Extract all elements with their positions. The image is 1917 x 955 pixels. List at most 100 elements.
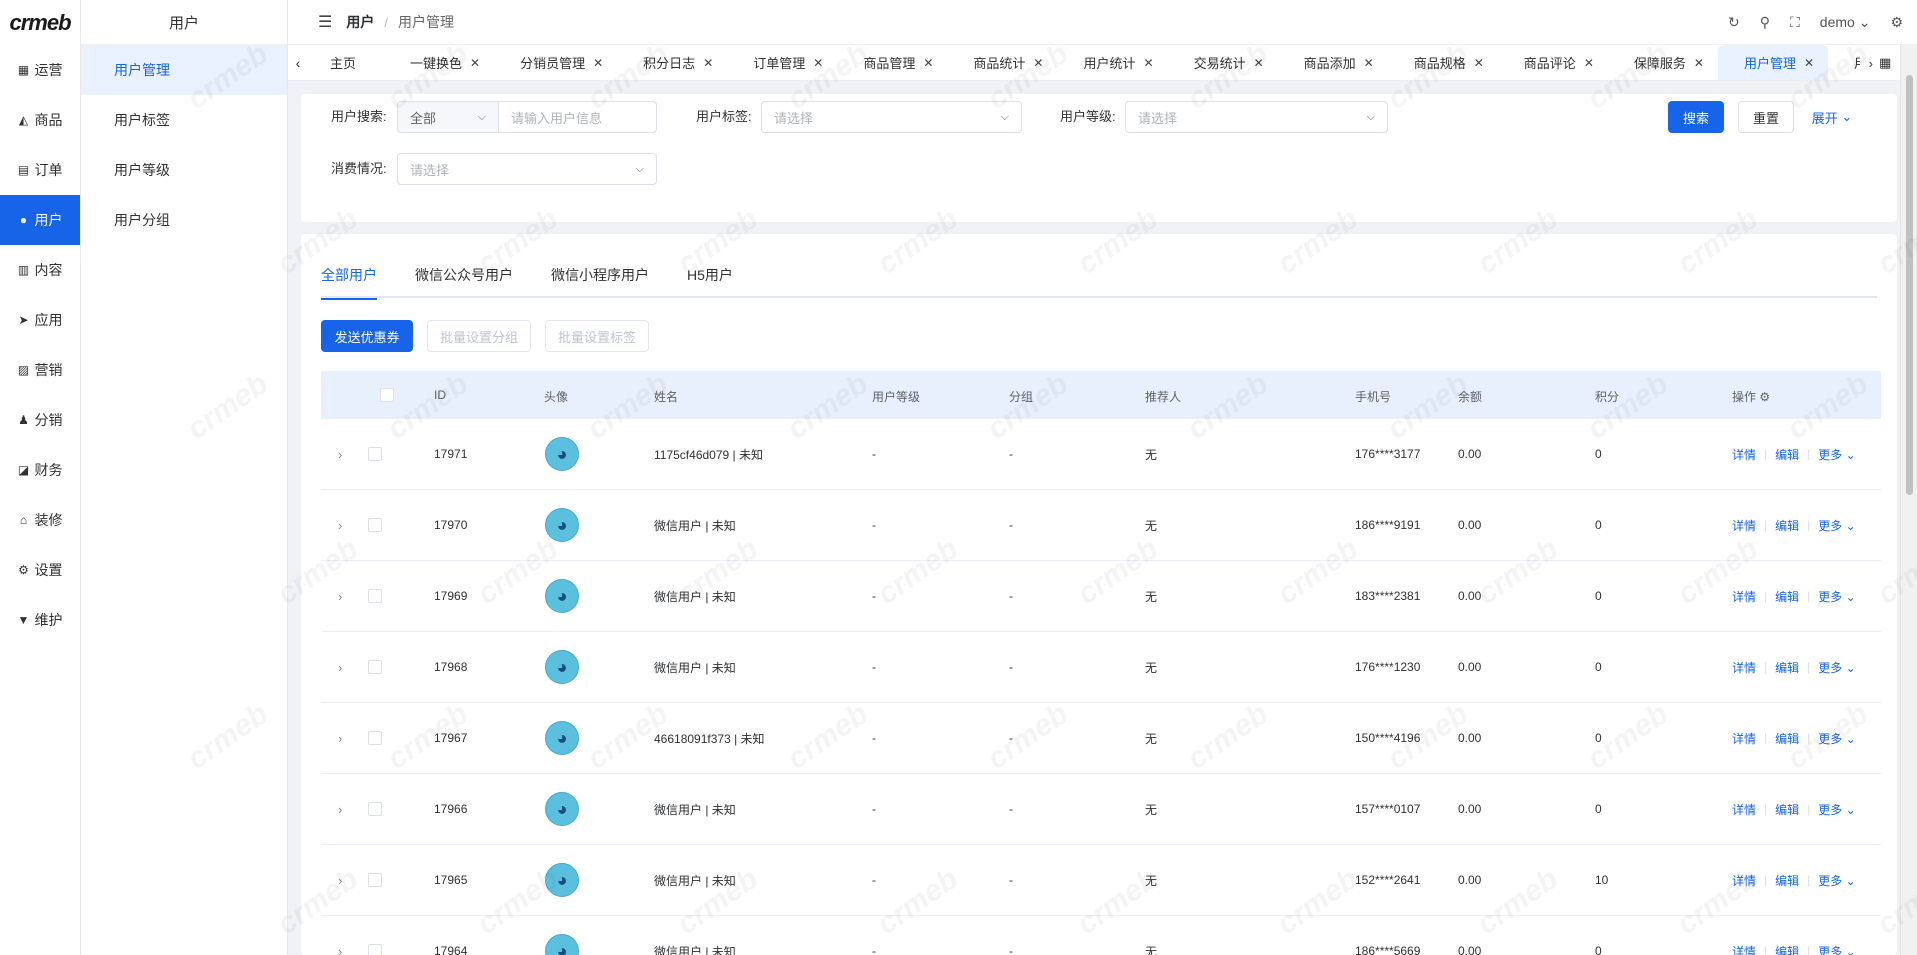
close-icon[interactable]: ✕ xyxy=(1474,56,1484,70)
search-icon[interactable]: ⚲ xyxy=(1760,14,1770,31)
reset-button[interactable]: 重置 xyxy=(1738,101,1794,133)
refresh-icon[interactable]: ↻ xyxy=(1728,14,1740,31)
table-row[interactable]: › ◕ 17970 微信用户 | 未知 - - 无 186****9191 0.00 0 详情 | 编辑… xyxy=(321,490,1881,561)
close-icon[interactable]: ✕ xyxy=(1584,56,1594,70)
user-search-input[interactable]: 请输入用户信息 xyxy=(498,101,657,133)
tabs-scroll-right-icon[interactable]: › xyxy=(1869,56,1873,71)
table-row[interactable]: › ◕ 17969 微信用户 | 未知 - - 无 183****2381 0.00 0 详情 | 编辑… xyxy=(321,561,1881,632)
edit-link[interactable]: 编辑 xyxy=(1775,446,1799,463)
row-checkbox[interactable] xyxy=(368,419,382,489)
submenu-item-2[interactable]: 用户等级 xyxy=(81,145,287,195)
rail-item-4[interactable]: ▥ 内容 xyxy=(0,245,80,295)
detail-link[interactable]: 详情 xyxy=(1732,659,1756,676)
detail-link[interactable]: 详情 xyxy=(1732,943,1756,955)
expand-row-icon[interactable]: › xyxy=(338,632,342,702)
batch-group-button[interactable]: 批量设置分组 xyxy=(427,320,531,352)
fullscreen-icon[interactable]: ⛶ xyxy=(1790,14,1800,31)
table-row[interactable]: › ◕ 17967 46618091f373 | 未知 - - 无 150****4196 0.… xyxy=(321,703,1881,774)
edit-link[interactable]: 编辑 xyxy=(1775,801,1799,818)
page-tab-12[interactable]: 保障服务 ✕ xyxy=(1608,45,1718,80)
rail-item-3[interactable]: ● 用户 xyxy=(0,195,80,245)
search-button[interactable]: 搜索 xyxy=(1668,101,1724,133)
edit-link[interactable]: 编辑 xyxy=(1775,943,1799,955)
avatar[interactable]: ◕ xyxy=(545,845,579,915)
edit-link[interactable]: 编辑 xyxy=(1775,872,1799,889)
page-tab-11[interactable]: 商品评论 ✕ xyxy=(1498,45,1608,80)
row-checkbox[interactable] xyxy=(368,561,382,631)
more-dropdown[interactable]: 更多 ⌄ xyxy=(1818,517,1855,534)
detail-link[interactable]: 详情 xyxy=(1732,517,1756,534)
rail-item-7[interactable]: ♟ 分销 xyxy=(0,395,80,445)
expand-row-icon[interactable]: › xyxy=(338,490,342,560)
avatar[interactable]: ◕ xyxy=(545,490,579,560)
row-checkbox[interactable] xyxy=(368,703,382,773)
rail-item-10[interactable]: ⚙ 设置 xyxy=(0,545,80,595)
expand-filters-link[interactable]: 展开 ⌄ xyxy=(1810,101,1854,133)
expand-row-icon[interactable]: › xyxy=(338,845,342,915)
close-icon[interactable]: ✕ xyxy=(1364,56,1374,70)
more-dropdown[interactable]: 更多 ⌄ xyxy=(1818,801,1855,818)
detail-link[interactable]: 详情 xyxy=(1732,801,1756,818)
page-tab-10[interactable]: 商品规格 ✕ xyxy=(1388,45,1498,80)
batch-tag-button[interactable]: 批量设置标签 xyxy=(545,320,649,352)
table-row[interactable]: › ◕ 17964 微信用户 | 未知 - - 无 186****5669 0.00 0 详情 | 编辑… xyxy=(321,916,1881,955)
page-tab-4[interactable]: 订单管理 ✕ xyxy=(727,45,837,80)
user-tab-1[interactable]: 微信公众号用户 xyxy=(415,252,513,298)
table-row[interactable]: › ◕ 17971 1175cf46d079 | 未知 - - 无 176****3177 0.… xyxy=(321,419,1881,490)
row-checkbox[interactable] xyxy=(368,490,382,560)
user-tag-select[interactable]: 请选择 ⌵ xyxy=(761,101,1022,133)
scrollbar-thumb[interactable] xyxy=(1906,75,1913,495)
user-tab-0[interactable]: 全部用户 xyxy=(321,252,377,300)
page-tab-8[interactable]: 交易统计 ✕ xyxy=(1168,45,1278,80)
rail-item-11[interactable]: ▼ 维护 xyxy=(0,595,80,645)
avatar[interactable]: ◕ xyxy=(545,703,579,773)
expand-row-icon[interactable]: › xyxy=(338,774,342,844)
user-menu[interactable]: demo ⌄ xyxy=(1820,14,1871,31)
avatar[interactable]: ◕ xyxy=(545,419,579,489)
more-dropdown[interactable]: 更多 ⌄ xyxy=(1818,943,1855,955)
row-checkbox[interactable] xyxy=(368,774,382,844)
send-coupon-button[interactable]: 发送优惠券 xyxy=(321,320,413,352)
close-icon[interactable]: ✕ xyxy=(1033,56,1043,70)
close-icon[interactable]: ✕ xyxy=(1804,56,1814,70)
rail-item-6[interactable]: ▨ 营销 xyxy=(0,345,80,395)
expand-row-icon[interactable]: › xyxy=(338,419,342,489)
rail-item-0[interactable]: ▦ 运营 xyxy=(0,45,80,95)
more-dropdown[interactable]: 更多 ⌄ xyxy=(1818,588,1855,605)
edit-link[interactable]: 编辑 xyxy=(1775,517,1799,534)
page-tab-9[interactable]: 商品添加 ✕ xyxy=(1278,45,1388,80)
page-tab-2[interactable]: 分销员管理 ✕ xyxy=(494,45,617,80)
table-row[interactable]: › ◕ 17968 微信用户 | 未知 - - 无 176****1230 0.00 0 详情 | 编辑… xyxy=(321,632,1881,703)
row-checkbox[interactable] xyxy=(368,632,382,702)
avatar[interactable]: ◕ xyxy=(545,774,579,844)
submenu-item-0[interactable]: 用户管理 xyxy=(81,45,287,95)
user-tab-3[interactable]: H5用户 xyxy=(687,252,733,298)
rail-item-1[interactable]: ◭ 商品 xyxy=(0,95,80,145)
user-tab-2[interactable]: 微信小程序用户 xyxy=(551,252,649,298)
page-tab-3[interactable]: 积分日志 ✕ xyxy=(617,45,727,80)
submenu-item-3[interactable]: 用户分组 xyxy=(81,195,287,245)
row-checkbox[interactable] xyxy=(368,845,382,915)
close-icon[interactable]: ✕ xyxy=(923,56,933,70)
edit-link[interactable]: 编辑 xyxy=(1775,588,1799,605)
settings-gear-icon[interactable]: ⚙ xyxy=(1890,14,1903,31)
tabs-menu-icon[interactable]: ▦ xyxy=(1879,55,1891,71)
rail-item-2[interactable]: ▤ 订单 xyxy=(0,145,80,195)
table-row[interactable]: › ◕ 17965 微信用户 | 未知 - - 无 152****2641 0.00 10 详情 | 编… xyxy=(321,845,1881,916)
more-dropdown[interactable]: 更多 ⌄ xyxy=(1818,872,1855,889)
edit-link[interactable]: 编辑 xyxy=(1775,659,1799,676)
page-tab-1[interactable]: 一键换色 ✕ xyxy=(384,45,494,80)
tabs-scroll-left-icon[interactable]: ‹ xyxy=(288,55,308,71)
close-icon[interactable]: ✕ xyxy=(593,56,603,70)
rail-item-5[interactable]: ➤ 应用 xyxy=(0,295,80,345)
more-dropdown[interactable]: 更多 ⌄ xyxy=(1818,659,1855,676)
more-dropdown[interactable]: 更多 ⌄ xyxy=(1818,446,1855,463)
page-tab-5[interactable]: 商品管理 ✕ xyxy=(837,45,947,80)
detail-link[interactable]: 详情 xyxy=(1732,588,1756,605)
row-checkbox[interactable] xyxy=(368,916,382,955)
close-icon[interactable]: ✕ xyxy=(1254,56,1264,70)
expand-row-icon[interactable]: › xyxy=(338,916,342,955)
crmeb-logo[interactable]: crmeb xyxy=(0,0,80,45)
avatar[interactable]: ◕ xyxy=(545,632,579,702)
user-level-select[interactable]: 请选择 ⌵ xyxy=(1125,101,1388,133)
